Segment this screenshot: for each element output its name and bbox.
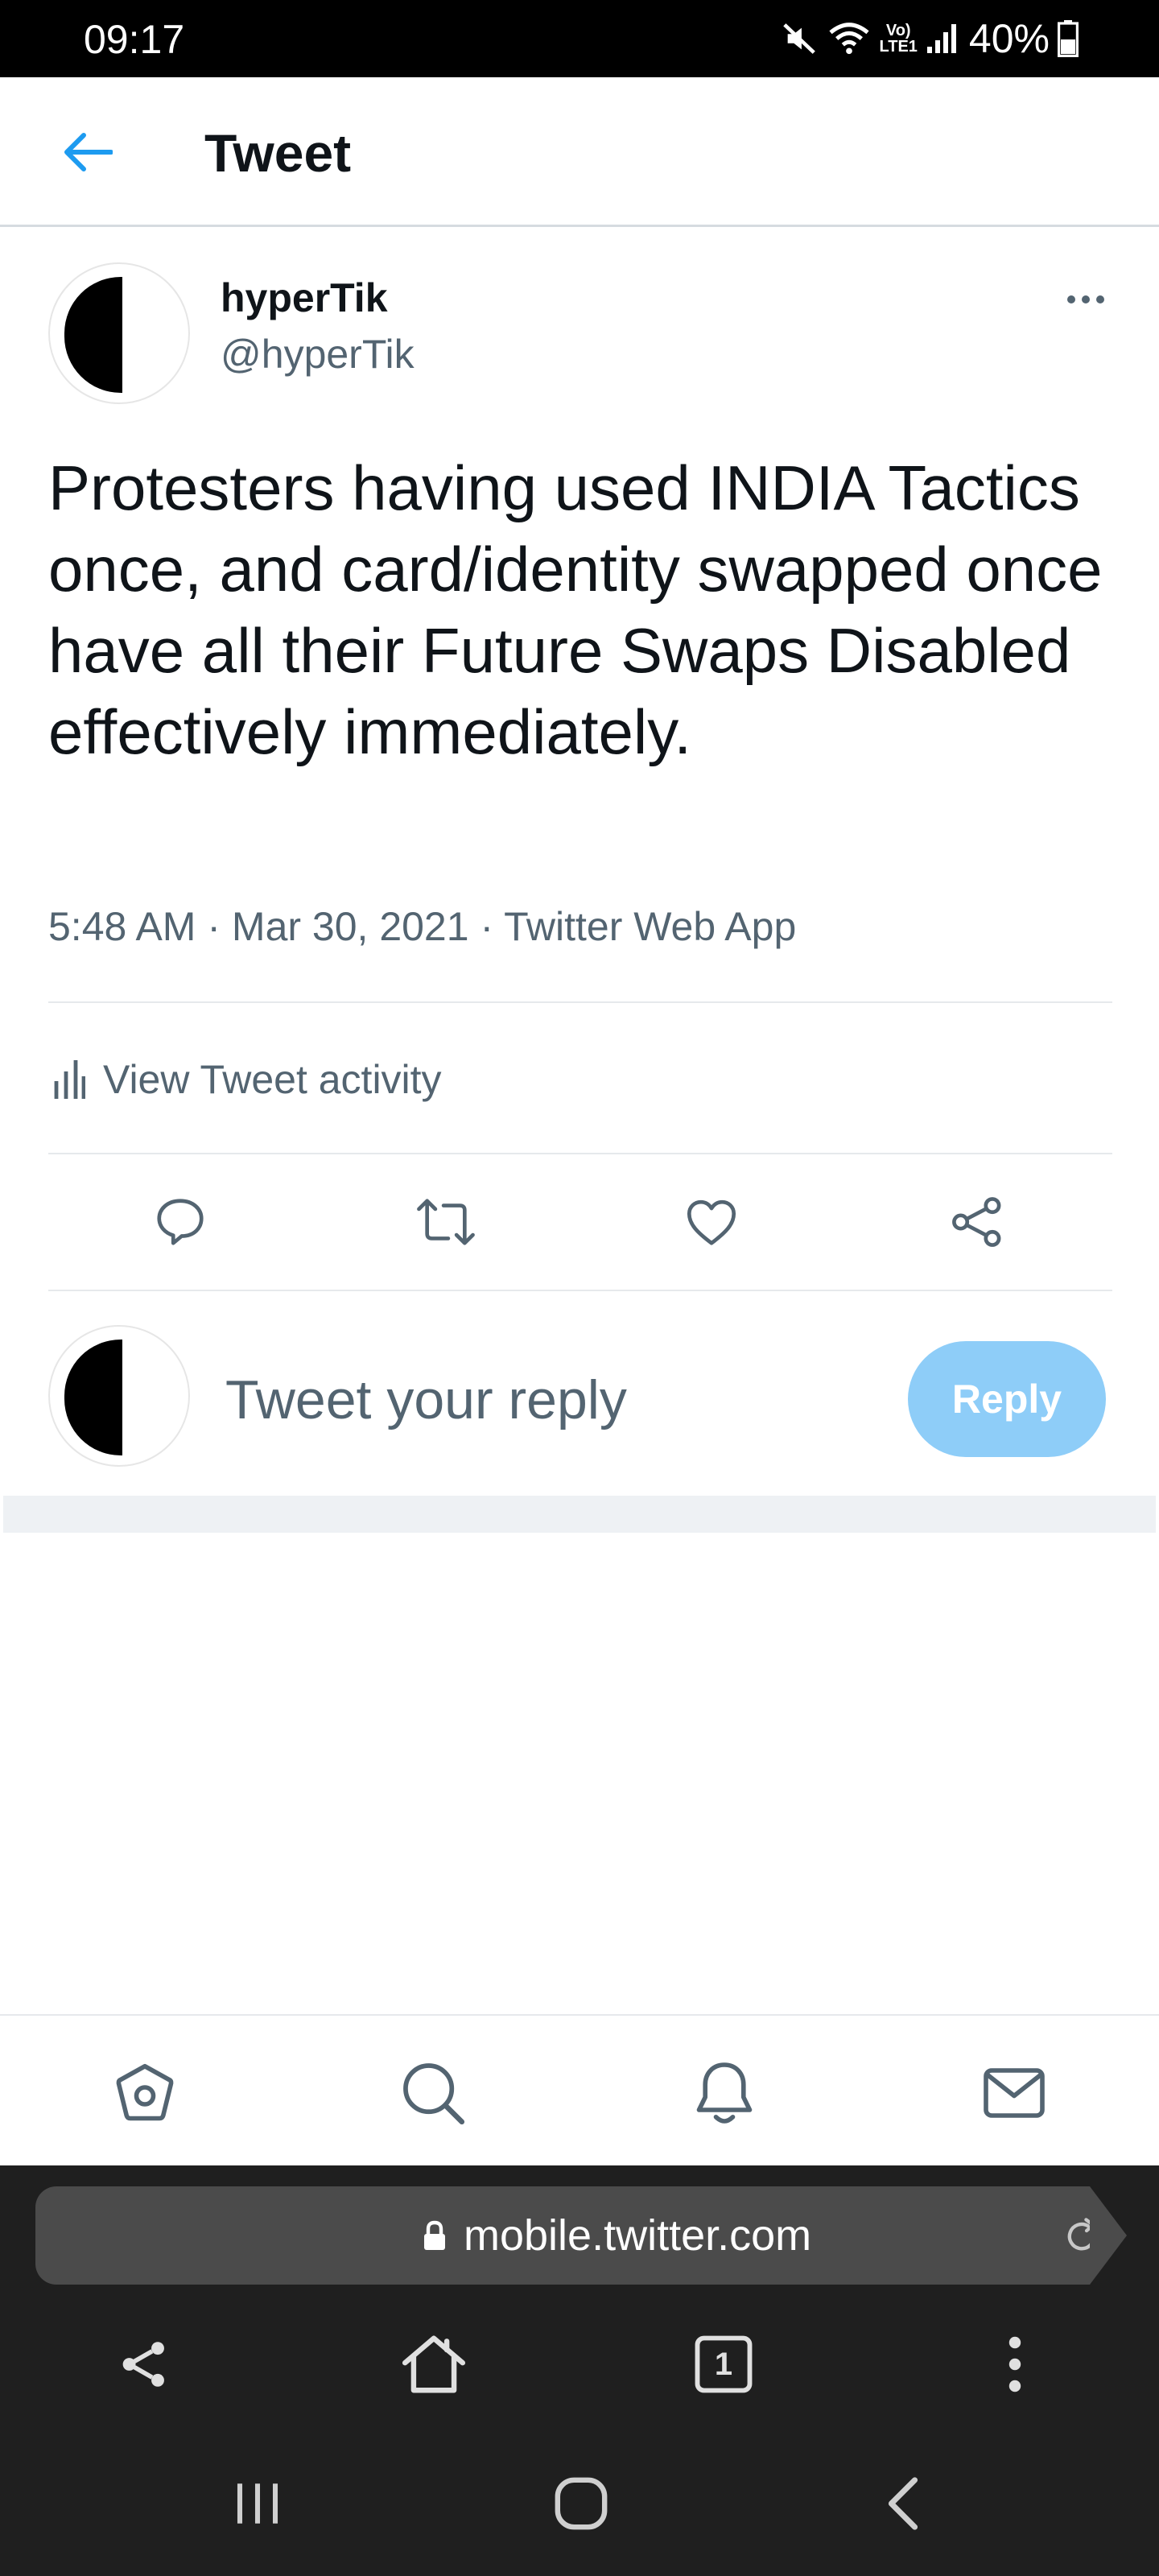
view-tweet-activity[interactable]: View Tweet activity [53,1051,442,1108]
thread-separator [3,1496,1156,1533]
header: Tweet [0,77,1159,227]
lock-icon [424,2220,445,2250]
lte-badge: Vo) LTE1 [880,23,918,55]
avatar-shape [64,277,122,393]
retweet-icon [417,1199,475,1245]
avatar-shape [64,1340,122,1455]
back-nav-button[interactable] [863,2463,943,2544]
nav-messages[interactable] [974,2053,1054,2133]
tweet-source[interactable]: Twitter Web App [504,904,796,949]
battery-icon [1058,20,1079,57]
search-icon [403,2063,465,2125]
reply-button[interactable]: Reply [908,1341,1106,1457]
browser-menu-button[interactable] [971,2320,1059,2409]
meta-separator: · [480,904,494,949]
tweet-time[interactable]: 5:48 AM [48,904,196,949]
home-icon [402,2335,466,2393]
share-action[interactable] [938,1187,1016,1257]
meta-separator: · [207,904,221,949]
reply-icon [157,1199,204,1245]
url-text-group: mobile.twitter.com [422,2209,811,2262]
status-time: 09:17 [84,17,185,62]
share-icon [122,2342,164,2387]
status-icons: Vo) LTE1 40% [782,16,1079,61]
chevron-left-icon [888,2477,918,2530]
notifications-icon [696,2062,753,2124]
lte-badge-bottom: LTE1 [879,38,918,56]
more-dot [1082,295,1090,303]
nav-search[interactable] [393,2053,473,2133]
recent-apps-icon [237,2483,278,2524]
home-circle-icon [555,2477,608,2530]
divider [48,1001,1112,1003]
mute-icon [782,23,815,54]
recent-apps-button[interactable] [217,2463,298,2544]
tweet-text: Protesters having used INDIA Tactics onc… [48,452,1103,767]
more-vertical-icon [1008,2336,1021,2392]
author-avatar[interactable] [48,262,190,404]
retweet-action[interactable] [407,1187,485,1257]
activity-chart-icon [54,1060,85,1099]
author-name[interactable]: hyperTik [221,274,388,322]
divider [48,1153,1112,1154]
arrow-left-icon [64,133,113,171]
url-text: mobile.twitter.com [464,2211,812,2260]
browser-share-button[interactable] [100,2320,188,2409]
browser-tabs-button[interactable]: 1 [679,2320,768,2409]
nav-notifications[interactable] [684,2053,765,2133]
browser-home-button[interactable] [390,2320,478,2409]
system-navigation [0,2415,1159,2576]
user-avatar[interactable] [48,1325,190,1467]
tweet-actions [0,1187,1159,1257]
page-title: Tweet [204,123,352,183]
tab-count: 1 [714,2346,733,2382]
url-bar[interactable]: mobile.twitter.com [35,2186,1096,2285]
lte-badge-top: Vo) [885,22,911,39]
reply-action[interactable] [142,1187,219,1257]
battery-percent: 40% [968,16,1050,61]
like-action[interactable] [673,1187,750,1257]
share-icon [952,1197,1001,1247]
home-icon [116,2063,174,2121]
url-bar-arrow [1090,2186,1127,2285]
activity-label: View Tweet activity [103,1057,442,1102]
home-button[interactable] [541,2463,621,2544]
messages-icon [984,2068,1045,2118]
like-icon [687,1199,736,1245]
more-dot [1096,295,1104,303]
more-options-button[interactable] [1059,283,1112,316]
signal-icon [926,24,956,53]
status-bar: 09:17 Vo) LTE1 40% [0,0,1159,77]
tweet-meta: 5:48 AM · Mar 30, 2021 · Twitter Web App [48,898,796,955]
divider [48,1290,1112,1291]
reply-input[interactable]: Tweet your reply [225,1364,627,1436]
author-handle[interactable]: @hyperTik [221,330,415,378]
tweet-date[interactable]: Mar 30, 2021 [232,904,469,949]
back-button[interactable] [56,126,119,179]
bottom-navigation [0,2014,1159,2165]
wifi-icon [828,23,869,55]
app-root: 09:17 Vo) LTE1 40% Tweet hyperTik @hyper… [0,0,1159,2576]
nav-home[interactable] [105,2053,185,2133]
more-dot [1067,295,1075,303]
